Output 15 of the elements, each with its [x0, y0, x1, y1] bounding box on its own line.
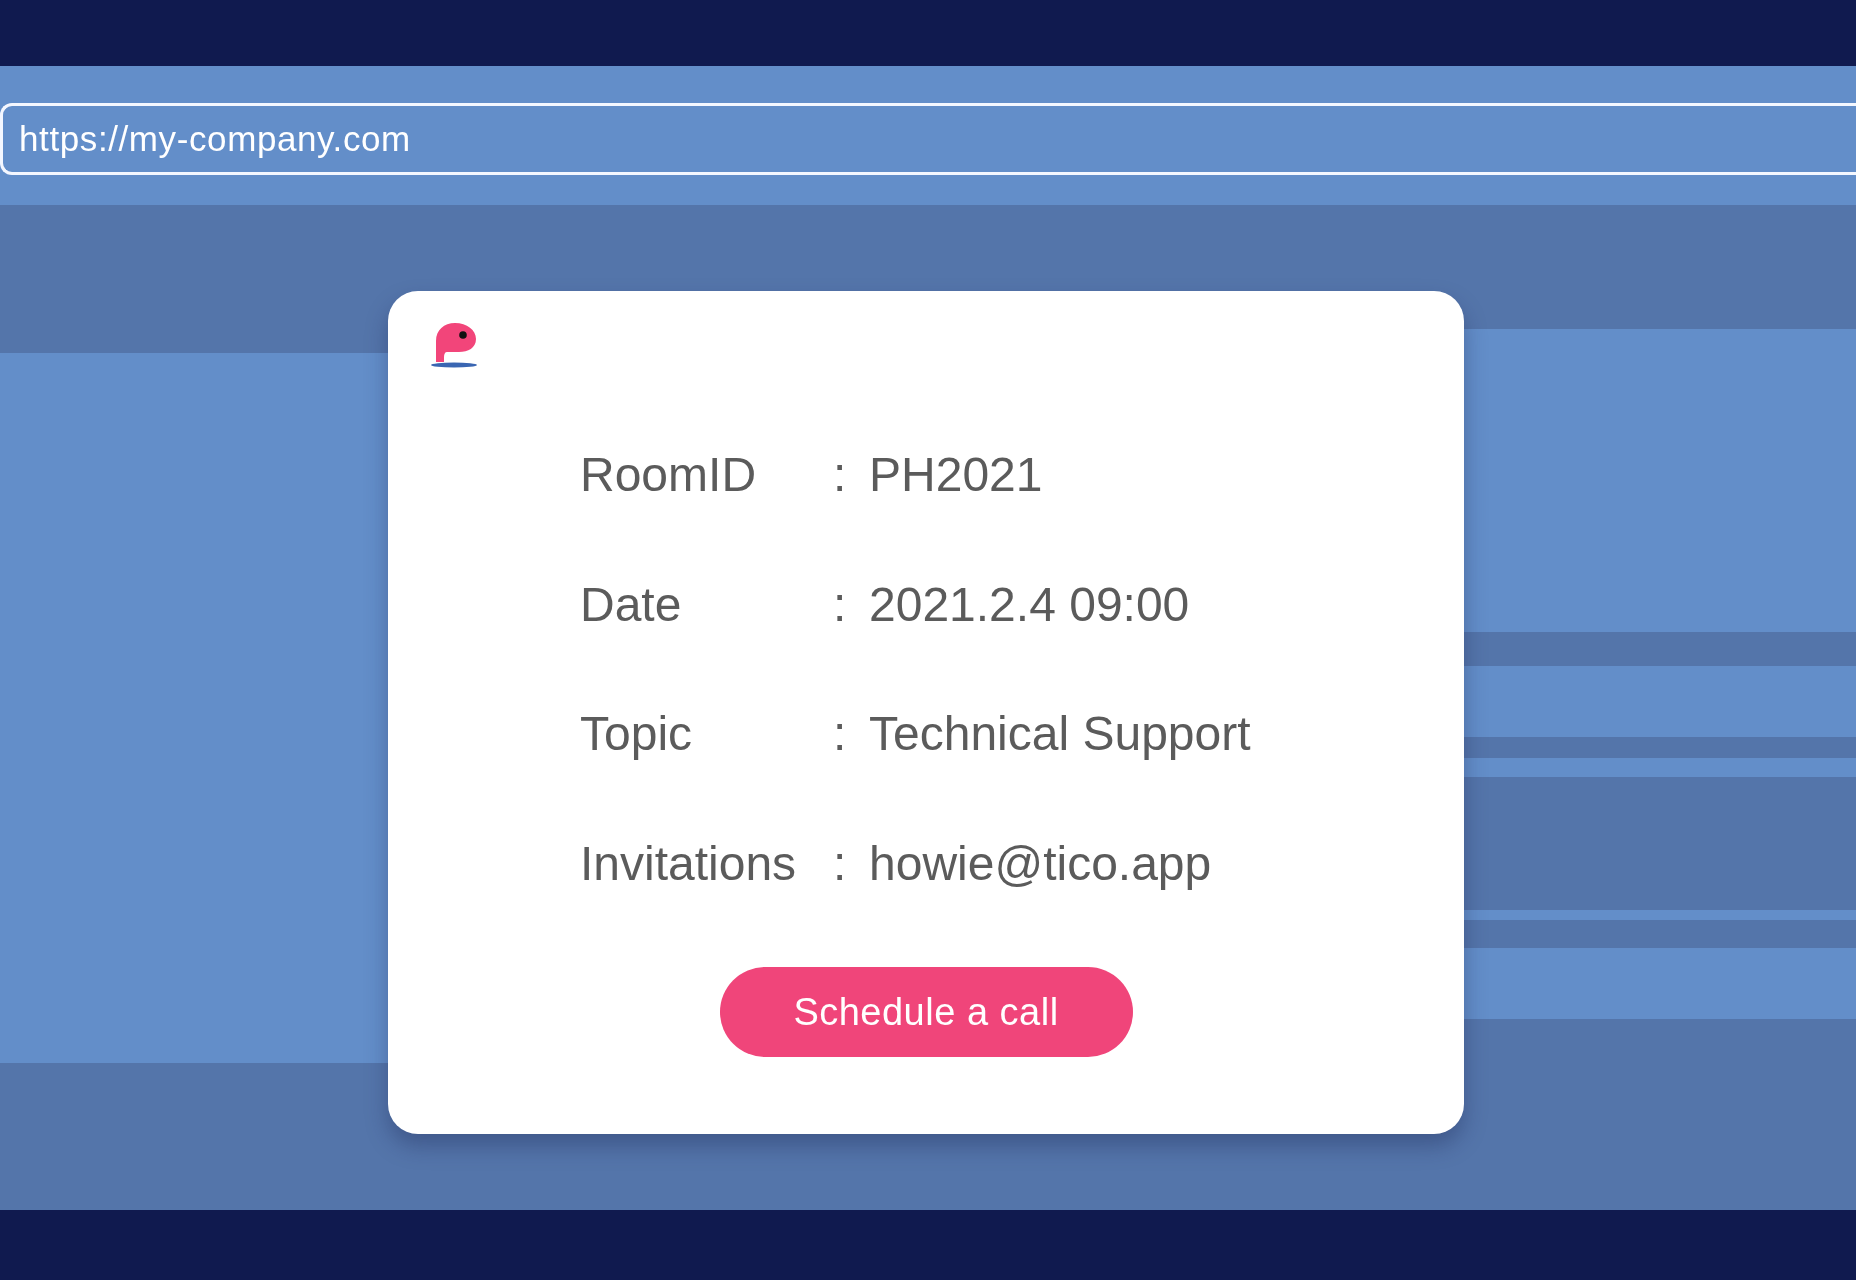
field-separator: : — [833, 576, 847, 632]
field-value: 2021.2.4 09:00 — [869, 576, 1190, 632]
field-label: Date — [580, 576, 682, 632]
schedule-call-button[interactable]: Schedule a call — [719, 967, 1133, 1057]
field-value: PH2021 — [869, 447, 1043, 503]
field-value: Technical Support — [869, 706, 1251, 762]
field-label: Topic — [580, 706, 693, 762]
bird-logo-icon — [430, 322, 478, 368]
field-separator: : — [833, 835, 847, 891]
field-label: Invitations — [580, 835, 797, 891]
field-separator: : — [833, 447, 847, 503]
address-bar[interactable]: https://my-company.com — [0, 103, 1856, 175]
field-separator: : — [833, 706, 847, 762]
field-value: howie@tico.app — [869, 835, 1212, 891]
field-label: RoomID — [580, 447, 757, 503]
